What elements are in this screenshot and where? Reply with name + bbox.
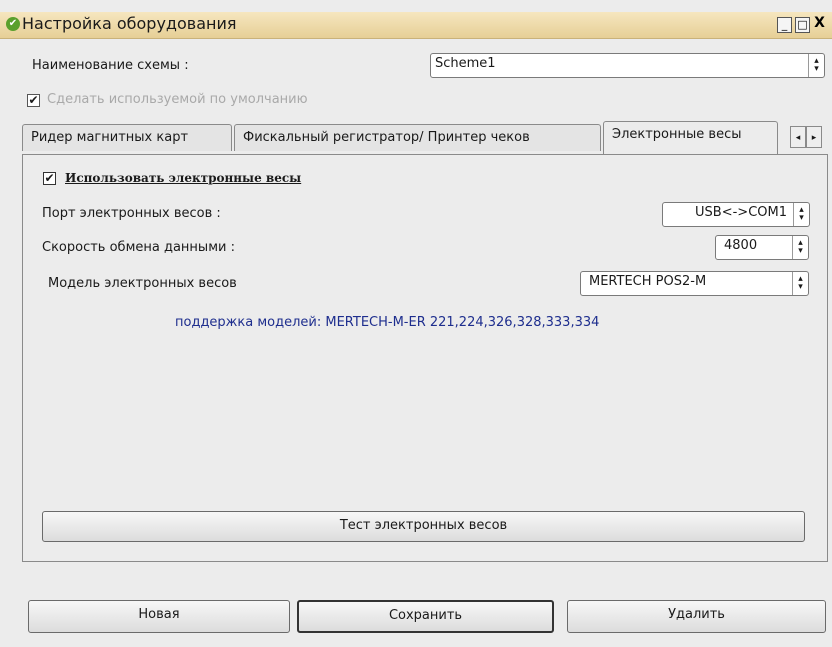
tab-magnetic-card-reader[interactable]: Ридер магнитных карт (22, 124, 232, 151)
scales-model-value: MERTECH POS2-M (589, 274, 707, 289)
test-scales-button[interactable]: Тест электронных весов (42, 511, 805, 542)
tab-label: Ридер магнитных карт (31, 130, 189, 145)
scales-model-combo[interactable]: MERTECH POS2-M ▴ ▾ (580, 271, 809, 296)
data-speed-label: Скорость обмена данными : (42, 240, 235, 255)
tab-electronic-scales[interactable]: Электронные весы (603, 121, 778, 155)
use-scales-label: Использовать электронные весы (65, 171, 302, 185)
scales-port-label: Порт электронных весов : (42, 206, 221, 221)
supported-models-text: поддержка моделей: MERTECH-M-ER 221,224,… (175, 315, 600, 330)
tab-label: Электронные весы (612, 127, 742, 142)
title-bar: ✔ Настройка оборудования _ □ X (0, 12, 832, 39)
save-button[interactable]: Сохранить (297, 600, 554, 633)
window-title: Настройка оборудования (22, 14, 237, 33)
default-scheme-label: Сделать используемой по умолчанию (47, 92, 308, 107)
new-button[interactable]: Новая (28, 600, 290, 633)
tab-bar: Ридер магнитных карт Фискальный регистра… (22, 121, 828, 155)
scales-model-label: Модель электронных весов (48, 276, 237, 291)
chevron-updown-icon: ▴ ▾ (793, 203, 809, 226)
chevron-updown-icon: ▴ ▾ (792, 236, 808, 259)
data-speed-combo[interactable]: 4800 ▴ ▾ (715, 235, 809, 260)
equipment-settings-window: ✔ Настройка оборудования _ □ X Наименова… (0, 0, 832, 647)
tab-label: Фискальный регистратор/ Принтер чеков (243, 130, 530, 145)
scheme-name-combo[interactable]: Scheme1 ▴ ▾ (430, 53, 825, 78)
scales-port-value: USB<->COM1 (695, 205, 787, 220)
delete-button[interactable]: Удалить (567, 600, 826, 633)
chevron-updown-icon: ▴ ▾ (808, 54, 824, 77)
tab-fiscal-printer[interactable]: Фискальный регистратор/ Принтер чеков (234, 124, 601, 151)
close-button[interactable]: X (813, 16, 826, 31)
maximize-button[interactable]: □ (795, 17, 810, 33)
scheme-name-label: Наименование схемы : (32, 58, 189, 73)
default-scheme-checkbox[interactable]: ✔ (27, 94, 40, 107)
tab-scroll-right-icon[interactable]: ▸ (806, 126, 822, 148)
chevron-updown-icon: ▴ ▾ (792, 272, 808, 295)
use-scales-checkbox[interactable]: ✔ (43, 172, 56, 185)
tab-scroll-left-icon[interactable]: ◂ (790, 126, 806, 148)
data-speed-value: 4800 (724, 238, 758, 253)
scheme-name-value: Scheme1 (435, 56, 496, 71)
minimize-button[interactable]: _ (777, 17, 792, 33)
scales-port-combo[interactable]: USB<->COM1 ▴ ▾ (662, 202, 810, 227)
app-check-icon: ✔ (6, 17, 20, 31)
